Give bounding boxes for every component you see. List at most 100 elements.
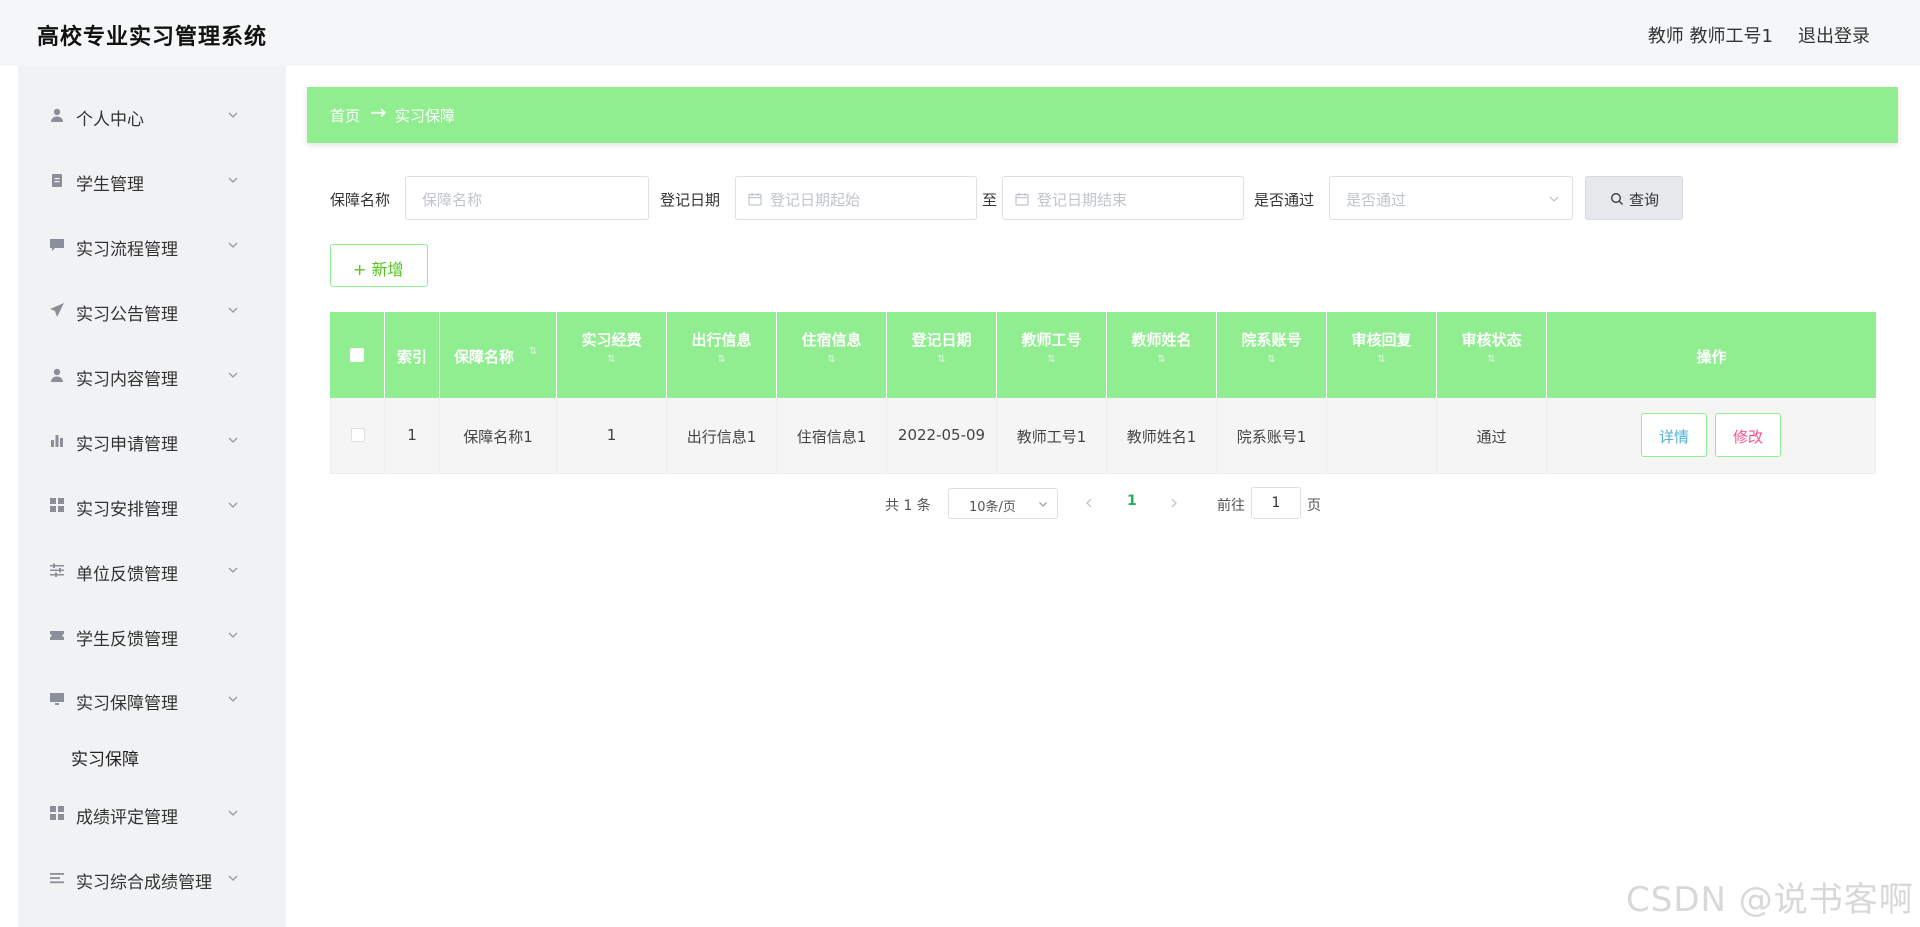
sidebar-item-label: 个人中心 [76,110,144,130]
chevron-down-icon [227,693,239,705]
sidebar-item-overall-grade[interactable]: 实习综合成绩管理 [18,854,286,904]
query-button[interactable]: 查询 [1585,176,1683,220]
column-header-label: 住宿信息 [801,331,862,349]
current-page-number[interactable]: 1 [1127,493,1137,509]
sidebar-item-personal-center[interactable]: 个人中心 [18,91,286,141]
column-header-label: 审核回复 [1351,331,1412,349]
sort-icon: ⇅ [1377,354,1386,365]
page-size-select[interactable]: 10条/页 [948,488,1058,519]
sort-icon: ⇅ [1267,354,1276,365]
sidebar-item-label: 实习流程管理 [76,240,178,260]
clipboard-icon [49,172,65,188]
search-icon [1610,192,1624,206]
sidebar-item-unit-feedback[interactable]: 单位反馈管理 [18,546,286,596]
sidebar-item-label: 实习保障管理 [76,694,178,714]
pagination-total: 共 1 条 [885,498,931,514]
monitor-icon [49,691,65,707]
sidebar-item-process[interactable]: 实习流程管理 [18,221,286,271]
sort-icon: ⇅ [937,354,946,365]
edit-button[interactable]: 修改 [1715,413,1781,457]
date-filter-label: 登记日期 [660,191,721,209]
sidebar-subitem-label: 实习保障 [71,750,139,770]
add-button-label: + 新增 [353,260,404,279]
select-all-checkbox[interactable] [350,348,364,362]
column-header[interactable]: 实习经费 ⇅ [557,312,667,398]
sort-icon: ⇅ [1487,354,1496,365]
detail-button[interactable]: 详情 [1641,413,1707,457]
column-header[interactable]: 院系账号 ⇅ [1217,312,1327,398]
column-header-label: 操作 [1696,348,1727,366]
column-header-label: 出行信息 [691,331,752,349]
calendar-icon [748,192,762,206]
sidebar-item-label: 实习申请管理 [76,435,178,455]
grid-icon [49,805,65,821]
table-cell: 1 [385,398,440,474]
detail-button-label: 详情 [1658,428,1689,446]
table-cell [1327,398,1437,474]
table-cell: 1 [557,398,667,474]
chevron-down-icon [227,564,239,576]
paper-plane-icon [49,302,65,318]
sidebar-item-arrangement[interactable]: 实习安排管理 [18,481,286,531]
sidebar-item-application[interactable]: 实习申请管理 [18,416,286,466]
sidebar: 个人中心 学生管理 实习流程管理 实习公告管理 实习内容管理 实习申请管理 实习… [18,66,286,927]
user-icon [49,367,65,383]
column-header[interactable]: 教师姓名 ⇅ [1107,312,1217,398]
column-header[interactable]: 审核状态 ⇅ [1437,312,1547,398]
sidebar-item-guarantee[interactable]: 实习保障管理 [18,675,286,725]
column-header-label: 实习经费 [581,331,642,349]
goto-page-input[interactable]: 1 [1251,487,1301,519]
chevron-down-icon [227,499,239,511]
date-start-input[interactable]: 登记日期起始 [735,176,977,220]
chevron-down-icon [227,304,239,316]
app-title: 高校专业实习管理系统 [37,25,268,50]
watermark: CSDN @说书客啊 [1626,880,1914,920]
user-info: 教师 教师工号1 [1647,26,1773,47]
date-end-input[interactable]: 登记日期结束 [1002,176,1244,220]
cell-text: 出行信息1 [686,428,757,446]
sidebar-subitem-guarantee[interactable]: 实习保障 [18,733,286,777]
breadcrumb: 首页 → 实习保障 [307,87,1898,143]
breadcrumb-separator: → [370,100,387,124]
column-header[interactable]: 住宿信息 ⇅ [777,312,887,398]
sidebar-item-label: 学生管理 [76,175,144,195]
add-button[interactable]: + 新增 [330,244,428,287]
column-header[interactable]: 审核回复 ⇅ [1327,312,1437,398]
logout-link[interactable]: 退出登录 [1798,22,1870,48]
name-filter-input[interactable]: 保障名称 [405,176,649,220]
breadcrumb-home[interactable]: 首页 [330,105,360,126]
column-header: 操作 [1547,312,1876,398]
header-select-all [330,312,385,398]
table-cell: 通过 [1437,398,1547,474]
input-placeholder: 登记日期起始 [770,191,861,209]
sidebar-item-student-feedback[interactable]: 学生反馈管理 [18,611,286,661]
column-header-label: 教师工号 [1021,331,1082,349]
bar-chart-icon [49,432,65,448]
prev-page-icon[interactable] [1083,494,1097,512]
chevron-down-icon [227,109,239,121]
pass-filter-select[interactable]: 是否通过 [1329,176,1573,220]
sidebar-item-label: 实习安排管理 [76,500,178,520]
sidebar-item-students[interactable]: 学生管理 [18,156,286,206]
sidebar-item-notice[interactable]: 实习公告管理 [18,286,286,336]
column-header[interactable]: 出行信息 ⇅ [667,312,777,398]
column-header-label: 院系账号 [1241,331,1302,349]
column-header[interactable]: 教师工号 ⇅ [997,312,1107,398]
column-header[interactable]: 登记日期 ⇅ [887,312,997,398]
chevron-down-icon [1548,193,1560,205]
menu-lines-icon [49,870,65,886]
pass-filter-label: 是否通过 [1254,191,1315,209]
next-page-icon[interactable] [1168,494,1182,512]
row-checkbox[interactable] [351,428,365,442]
column-header[interactable]: 保障名称 ⇅ [440,312,557,398]
sidebar-item-content[interactable]: 实习内容管理 [18,351,286,401]
page-unit-label: 页 [1307,498,1321,514]
sidebar-item-grading[interactable]: 成绩评定管理 [18,789,286,839]
column-header-label: 登记日期 [911,331,972,349]
sidebar-item-label: 实习内容管理 [76,370,178,390]
ticket-icon [49,627,65,643]
table-cell-actions: 详情 修改 [1547,398,1876,474]
data-table: 索引 保障名称 ⇅ 实习经费 ⇅ 出行信息 ⇅ 住宿信息 ⇅ 登记日期 ⇅ 教师… [330,312,1876,474]
cell-text: 2022-05-09 [897,426,986,444]
column-header-label: 教师姓名 [1131,331,1192,349]
